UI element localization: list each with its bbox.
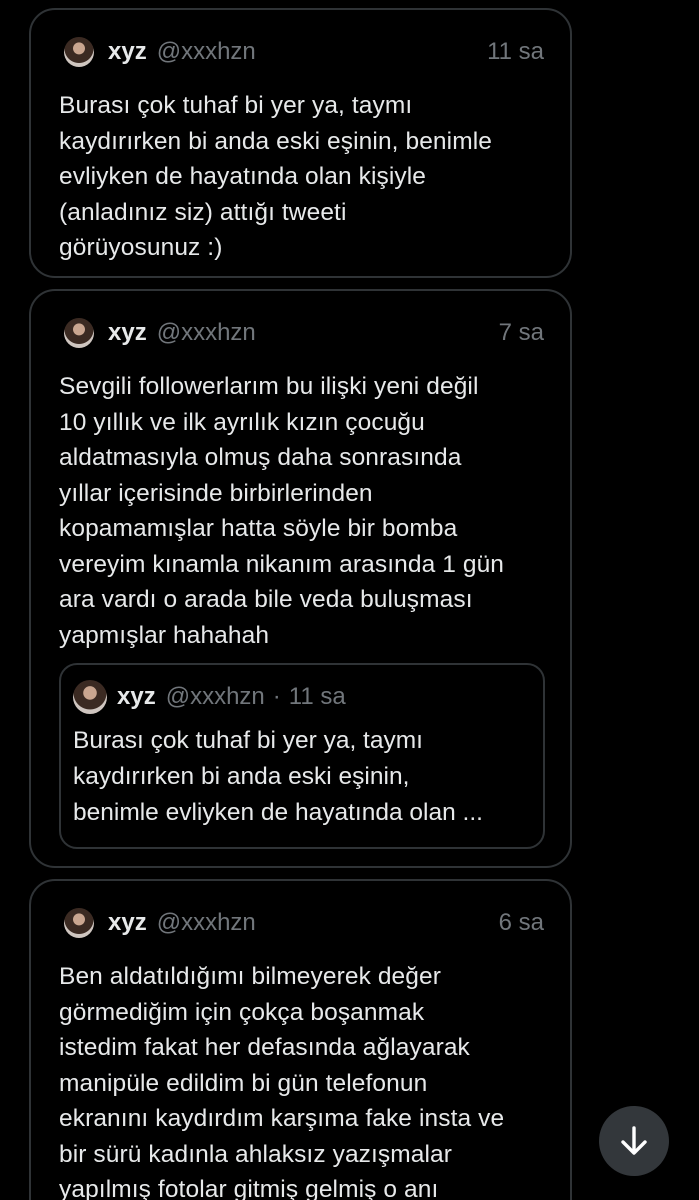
tweet-header: xyz @xxxhzn 6 sa bbox=[64, 903, 544, 943]
timestamp[interactable]: 11 sa bbox=[487, 38, 544, 66]
thread-view: xyz @xxxhzn 11 sa Burası çok tuhaf bi ye… bbox=[0, 0, 699, 1200]
tweet-card[interactable]: xyz @xxxhzn 11 sa Burası çok tuhaf bi ye… bbox=[29, 8, 572, 278]
display-name[interactable]: xyz bbox=[108, 909, 147, 937]
quoted-tweet-header: xyz @xxxhzn · 11 sa bbox=[73, 677, 346, 717]
separator-dot: · bbox=[272, 683, 281, 710]
display-name[interactable]: xyz bbox=[108, 38, 147, 66]
user-handle[interactable]: @xxxhzn bbox=[157, 319, 256, 347]
timestamp: 11 sa bbox=[288, 683, 346, 710]
avatar[interactable] bbox=[64, 37, 94, 67]
tweet-text: Burası çok tuhaf bi yer ya, taymı kaydır… bbox=[59, 92, 492, 261]
timestamp[interactable]: 6 sa bbox=[499, 909, 544, 937]
avatar[interactable] bbox=[64, 908, 94, 938]
user-handle[interactable]: @xxxhzn bbox=[157, 909, 256, 937]
tweet-header: xyz @xxxhzn 7 sa bbox=[64, 313, 544, 353]
user-handle: @xxxhzn bbox=[165, 683, 265, 710]
scroll-down-button[interactable] bbox=[599, 1106, 669, 1176]
arrow-down-icon bbox=[621, 1126, 647, 1155]
tweet-text: Ben aldatıldığımı bilmeyerek değer görme… bbox=[59, 963, 505, 1200]
quoted-tweet-text: Burası çok tuhaf bi yer ya, taymı kaydır… bbox=[73, 727, 483, 826]
quoted-tweet[interactable]: xyz @xxxhzn · 11 sa Burası çok tuhaf bi … bbox=[59, 663, 545, 849]
tweet-card[interactable]: xyz @xxxhzn 6 sa Ben aldatıldığımı bilme… bbox=[29, 879, 572, 1200]
tweet-text: Sevgili followerlarım bu ilişki yeni değ… bbox=[59, 373, 505, 649]
user-handle[interactable]: @xxxhzn bbox=[157, 38, 256, 66]
tweet-card[interactable]: xyz @xxxhzn 7 sa Sevgili followerlarım b… bbox=[29, 289, 572, 868]
tweet-header: xyz @xxxhzn 11 sa bbox=[64, 32, 544, 72]
avatar[interactable] bbox=[64, 318, 94, 348]
display-name[interactable]: xyz bbox=[108, 319, 147, 347]
display-name: xyz bbox=[117, 683, 156, 710]
timestamp[interactable]: 7 sa bbox=[499, 319, 544, 347]
avatar bbox=[73, 680, 107, 714]
